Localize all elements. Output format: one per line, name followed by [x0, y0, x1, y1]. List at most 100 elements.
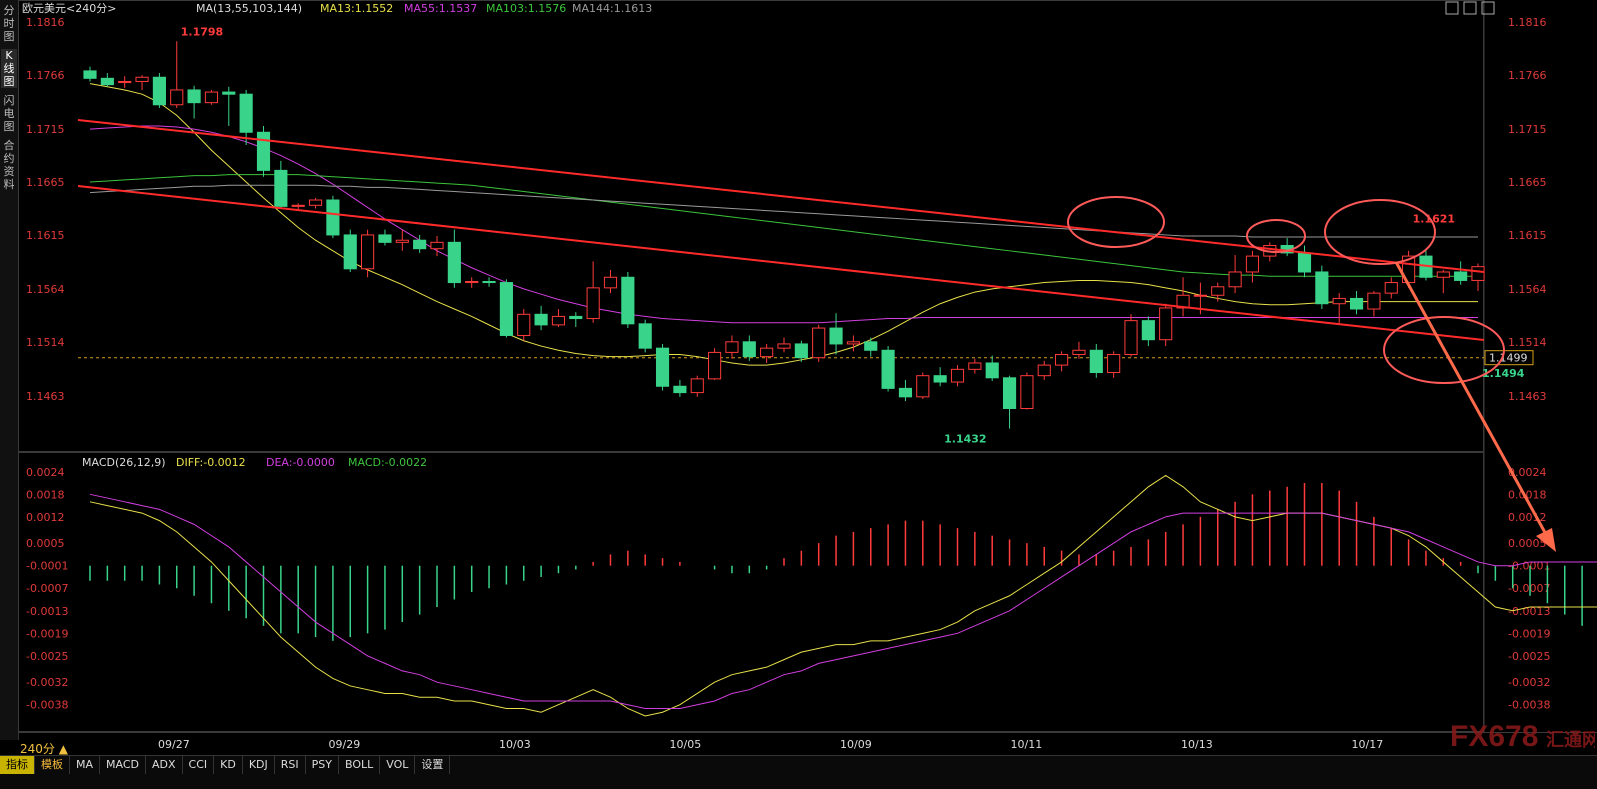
icon-max [1463, 1, 1477, 15]
price-tick-left: 1.1766 [26, 69, 65, 82]
price-tick-left: 1.1715 [26, 123, 65, 136]
price-tick-right: 1.1816 [1508, 16, 1547, 29]
header-text-1: MA(13,55,103,144) [196, 2, 302, 15]
candle-body [447, 241, 461, 284]
candle-body [864, 341, 878, 351]
price-tick-left: 1.1665 [26, 176, 65, 189]
candle-body [621, 276, 635, 325]
left-tab-0[interactable]: 分时图 [1, 4, 17, 43]
bottom-tab-3[interactable]: MACD [100, 756, 146, 774]
price-tick-right: 1.1665 [1508, 176, 1547, 189]
candle-body [916, 375, 930, 398]
candle-body [638, 323, 652, 349]
svg-text:FX678: FX678 [1450, 720, 1538, 753]
candle-body [152, 76, 166, 106]
candle-body [83, 70, 97, 79]
bottom-tab-7[interactable]: KDJ [243, 756, 275, 774]
header-text-0: 欧元美元<240分> [22, 2, 116, 15]
bottom-tab-5[interactable]: CCI [183, 756, 215, 774]
price-tick-left: 1.1514 [26, 336, 65, 349]
macd-tick-left: -0.0032 [26, 676, 68, 689]
macd-tick-left: -0.0038 [26, 699, 68, 712]
x-tick-label: 10/13 [1181, 738, 1213, 751]
x-tick-label: 10/09 [840, 738, 872, 751]
candle-body [482, 280, 496, 284]
price-annotation: 1.1494 [1482, 367, 1525, 380]
bottom-tab-0[interactable]: 指标 [0, 756, 35, 774]
bottom-toolbar: 指标 模板 MA MACD ADX CCI KD KDJ RSI PSY BOLL VOL 设置 [0, 755, 1597, 789]
x-tick-label: 10/11 [1011, 738, 1043, 751]
candle-body [673, 385, 687, 394]
candle-body [378, 234, 392, 243]
candle-body [118, 80, 132, 84]
lower-trend-line [77, 185, 1485, 341]
bottom-tab-2[interactable]: MA [70, 756, 101, 774]
candle-body [430, 241, 444, 250]
candle-body [291, 204, 305, 207]
price-tick-left: 1.1564 [26, 283, 65, 296]
bottom-tab-11[interactable]: VOL [380, 756, 416, 774]
indicator-tabs: 指标 模板 MA MACD ADX CCI KD KDJ RSI PSY BOLL VOL 设置 [0, 756, 451, 774]
macd-tick-right: -0.0032 [1508, 676, 1550, 689]
ma-line-ma144 [89, 184, 1478, 238]
macd-tick-left: -0.0013 [26, 605, 68, 618]
macd-tick-right: -0.0025 [1508, 650, 1550, 663]
candle-body [1089, 349, 1103, 374]
candle-body [465, 280, 479, 284]
candle-body [708, 351, 722, 380]
bottom-tab-8[interactable]: RSI [275, 756, 306, 774]
candle-body [1141, 320, 1155, 341]
candle-body [846, 341, 860, 345]
candle-body [534, 313, 548, 326]
candle-body [829, 327, 843, 345]
bottom-tab-9[interactable]: PSY [306, 756, 339, 774]
candle-body [586, 287, 600, 320]
bottom-tab-6[interactable]: KD [214, 756, 243, 774]
macd-tick-right: -0.0038 [1508, 699, 1550, 712]
candle-body [395, 239, 409, 243]
macd-tick-left: 0.0018 [26, 488, 65, 501]
svg-text:汇通网: 汇通网 [1546, 730, 1595, 751]
candle-body [898, 387, 913, 398]
candle-body [1002, 377, 1017, 409]
candle-body [100, 77, 114, 86]
current-price-label: 1.1499 [1489, 352, 1528, 365]
candle-body [239, 93, 253, 133]
candle-body [1315, 271, 1329, 305]
left-tab-3[interactable]: 合约资料 [1, 139, 17, 191]
candle-body [655, 347, 670, 387]
left-tab-1[interactable]: K线图 [1, 49, 17, 88]
header-text-5: MA144:1.1613 [572, 2, 652, 15]
chart-area: 欧元美元<240分> MA(13,55,103,144) MA13:1.1552 MA… [18, 0, 1597, 751]
left-tab-bar: 分时图 K线图闪电图合约资料 [0, 0, 19, 740]
candle-body [777, 343, 791, 349]
bottom-tab-4[interactable]: ADX [146, 756, 183, 774]
macd-header-text-2: DEA:-0.0000 [266, 456, 335, 469]
price-panel-frame [18, 0, 1484, 452]
price-annotation: 1.1432 [944, 433, 986, 446]
candle-body [551, 315, 566, 326]
price-tick-right: 1.1615 [1508, 229, 1547, 242]
header-text-4: MA103:1.1576 [486, 2, 566, 15]
price-tick-left: 1.1615 [26, 229, 65, 242]
candle-body [1245, 255, 1260, 273]
macd-panel-frame [18, 452, 1484, 732]
macd-tick-left: -0.0007 [26, 582, 68, 595]
candle-body [274, 169, 288, 207]
bottom-tab-1[interactable]: 模板 [35, 756, 70, 774]
candle-body [1367, 292, 1381, 310]
macd-tick-left: -0.0001 [26, 560, 68, 573]
candle-body [1211, 286, 1225, 296]
macd-tick-left: 0.0024 [26, 466, 65, 479]
macd-header-text-1: DIFF:-0.0012 [176, 456, 246, 469]
candle-body [517, 313, 531, 336]
bottom-tab-12[interactable]: 设置 [415, 756, 451, 774]
candle-body [690, 378, 704, 394]
left-tab-2[interactable]: 闪电图 [1, 94, 17, 133]
bottom-tab-10[interactable]: BOLL [339, 756, 381, 774]
macd-tick-left: -0.0019 [26, 627, 68, 640]
price-tick-right: 1.1463 [1508, 390, 1547, 403]
candle-body [1055, 354, 1069, 366]
x-tick-label: 10/05 [670, 738, 702, 751]
candle-body [968, 362, 982, 370]
